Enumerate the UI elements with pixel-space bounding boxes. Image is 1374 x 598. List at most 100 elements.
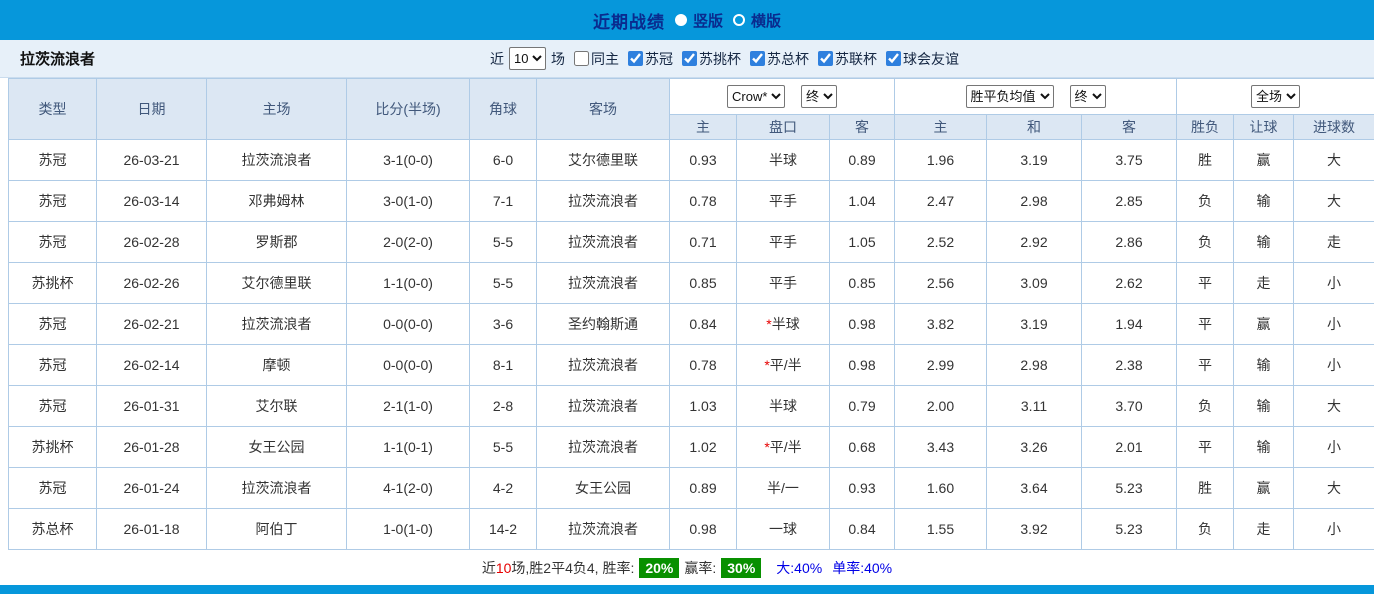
handicap-home-odds-cell: 0.71 <box>670 222 737 263</box>
odds-group-header: 胜平负均值 终 <box>895 79 1177 115</box>
result-cell: 负 <box>1177 181 1234 222</box>
table-row: 苏挑杯26-02-26艾尔德里联1-1(0-0)5-5拉茨流浪者0.85平手0.… <box>9 263 1374 304</box>
score-cell: 4-1(2-0) <box>347 468 470 509</box>
league-filter-0[interactable]: 苏冠 <box>628 49 673 69</box>
filters: 近 10 场 同主 苏冠 苏挑杯 苏总杯 苏联杯 球会友谊 <box>490 47 959 70</box>
odds-away-cell: 5.23 <box>1082 468 1177 509</box>
same-home-checkbox[interactable] <box>574 51 589 66</box>
matches-label: 场 <box>551 49 565 69</box>
bottom-bar <box>0 585 1374 594</box>
goals-result-cell: 小 <box>1294 304 1374 345</box>
home-team-cell: 邓弗姆林 <box>207 181 347 222</box>
same-home-filter[interactable]: 同主 <box>574 49 619 69</box>
table-row: 苏冠26-02-14摩顿0-0(0-0)8-1拉茨流浪者0.78*平/半0.98… <box>9 345 1374 386</box>
league-checkbox[interactable] <box>818 51 833 66</box>
goals-result-cell: 大 <box>1294 140 1374 181</box>
league-checkbox[interactable] <box>750 51 765 66</box>
league-label: 球会友谊 <box>903 49 959 69</box>
corner-cell: 3-6 <box>470 304 537 345</box>
header-group-row: 类型 日期 主场 比分(半场) 角球 客场 Crow* 终 <box>9 79 1374 115</box>
league-filter-4[interactable]: 球会友谊 <box>886 49 959 69</box>
col-handicap-line: 盘口 <box>737 115 830 140</box>
handicap-home-odds-cell: 0.98 <box>670 509 737 550</box>
league-type-cell: 苏总杯 <box>9 509 97 550</box>
handicap-line-cell: *半球 <box>737 304 830 345</box>
corner-cell: 5-5 <box>470 427 537 468</box>
summary-text: 场,胜2平4负4, 胜率: <box>511 558 634 578</box>
result-cell: 胜 <box>1177 140 1234 181</box>
table-row: 苏冠26-03-21拉茨流浪者3-1(0-0)6-0艾尔德里联0.93半球0.8… <box>9 140 1374 181</box>
league-type-cell: 苏冠 <box>9 140 97 181</box>
handicap-home-odds-cell: 1.03 <box>670 386 737 427</box>
league-filter-2[interactable]: 苏总杯 <box>750 49 809 69</box>
league-checkbox[interactable] <box>886 51 901 66</box>
handicap-group-header: Crow* 终 <box>670 79 895 115</box>
result-cell: 平 <box>1177 427 1234 468</box>
corner-cell: 2-8 <box>470 386 537 427</box>
col-goals: 进球数 <box>1294 115 1374 140</box>
handicap-line-cell: 平手 <box>737 181 830 222</box>
date-cell: 26-01-31 <box>97 386 207 427</box>
score-cell: 1-1(0-0) <box>347 263 470 304</box>
league-filter-1[interactable]: 苏挑杯 <box>682 49 741 69</box>
odds-away-cell: 2.86 <box>1082 222 1177 263</box>
league-label: 苏联杯 <box>835 49 877 69</box>
handicap-result-cell: 输 <box>1234 345 1294 386</box>
summary-count: 10 <box>496 560 512 576</box>
near-label: 近 <box>490 49 504 69</box>
home-team-cell: 艾尔德里联 <box>207 263 347 304</box>
home-team-cell: 拉茨流浪者 <box>207 468 347 509</box>
radio-unselected-icon[interactable] <box>733 14 745 26</box>
league-filter-3[interactable]: 苏联杯 <box>818 49 877 69</box>
table-row: 苏冠26-01-31艾尔联2-1(1-0)2-8拉茨流浪者1.03半球0.792… <box>9 386 1374 427</box>
table-row: 苏挑杯26-01-28女王公园1-1(0-1)5-5拉茨流浪者1.02*平/半0… <box>9 427 1374 468</box>
league-checkbox[interactable] <box>628 51 643 66</box>
away-team-cell: 拉茨流浪者 <box>537 263 670 304</box>
odds-draw-cell: 3.09 <box>987 263 1082 304</box>
league-label: 苏挑杯 <box>699 49 741 69</box>
goals-result-cell: 走 <box>1294 222 1374 263</box>
odds-home-cell: 2.52 <box>895 222 987 263</box>
handicap-line-cell: 一球 <box>737 509 830 550</box>
scope-select[interactable]: 全场 <box>1251 85 1300 108</box>
odds-home-cell: 1.96 <box>895 140 987 181</box>
score-cell: 3-0(1-0) <box>347 181 470 222</box>
odds-draw-cell: 3.64 <box>987 468 1082 509</box>
handicap-company-select[interactable]: Crow* <box>727 85 785 108</box>
layout-radio-horizontal[interactable]: 横版 <box>733 10 781 31</box>
odds-state-select[interactable]: 终 <box>1070 85 1106 108</box>
league-label: 苏总杯 <box>767 49 809 69</box>
goals-result-cell: 小 <box>1294 427 1374 468</box>
handicap-away-odds-cell: 0.93 <box>830 468 895 509</box>
goals-result-cell: 小 <box>1294 345 1374 386</box>
date-cell: 26-02-26 <box>97 263 207 304</box>
odds-home-cell: 1.55 <box>895 509 987 550</box>
odds-away-cell: 2.38 <box>1082 345 1177 386</box>
layout-radio-vertical[interactable]: 竖版 <box>675 10 723 31</box>
away-team-cell: 拉茨流浪者 <box>537 345 670 386</box>
handicap-line-cell: 平手 <box>737 263 830 304</box>
odds-away-cell: 5.23 <box>1082 509 1177 550</box>
home-team-cell: 女王公园 <box>207 427 347 468</box>
handicap-away-odds-cell: 0.89 <box>830 140 895 181</box>
col-date: 日期 <box>97 79 207 140</box>
fulltime-group-header: 全场 <box>1177 79 1374 115</box>
odds-type-select[interactable]: 胜平负均值 <box>966 85 1054 108</box>
odds-draw-cell: 2.98 <box>987 345 1082 386</box>
radio-selected-icon[interactable] <box>675 14 687 26</box>
handicap-line-cell: 半球 <box>737 386 830 427</box>
handicap-state-select[interactable]: 终 <box>801 85 837 108</box>
odds-home-cell: 3.82 <box>895 304 987 345</box>
away-team-cell: 拉茨流浪者 <box>537 509 670 550</box>
league-type-cell: 苏冠 <box>9 304 97 345</box>
near-count-select[interactable]: 10 <box>509 47 546 70</box>
handicap-away-odds-cell: 0.85 <box>830 263 895 304</box>
filter-toolbar: 拉茨流浪者 近 10 场 同主 苏冠苏挑杯苏总杯苏联杯球会友谊 <box>0 40 1374 78</box>
home-team-cell: 艾尔联 <box>207 386 347 427</box>
odds-away-cell: 2.85 <box>1082 181 1177 222</box>
result-cell: 负 <box>1177 509 1234 550</box>
handicap-away-odds-cell: 0.68 <box>830 427 895 468</box>
away-team-cell: 拉茨流浪者 <box>537 386 670 427</box>
handicap-away-odds-cell: 0.84 <box>830 509 895 550</box>
league-checkbox[interactable] <box>682 51 697 66</box>
